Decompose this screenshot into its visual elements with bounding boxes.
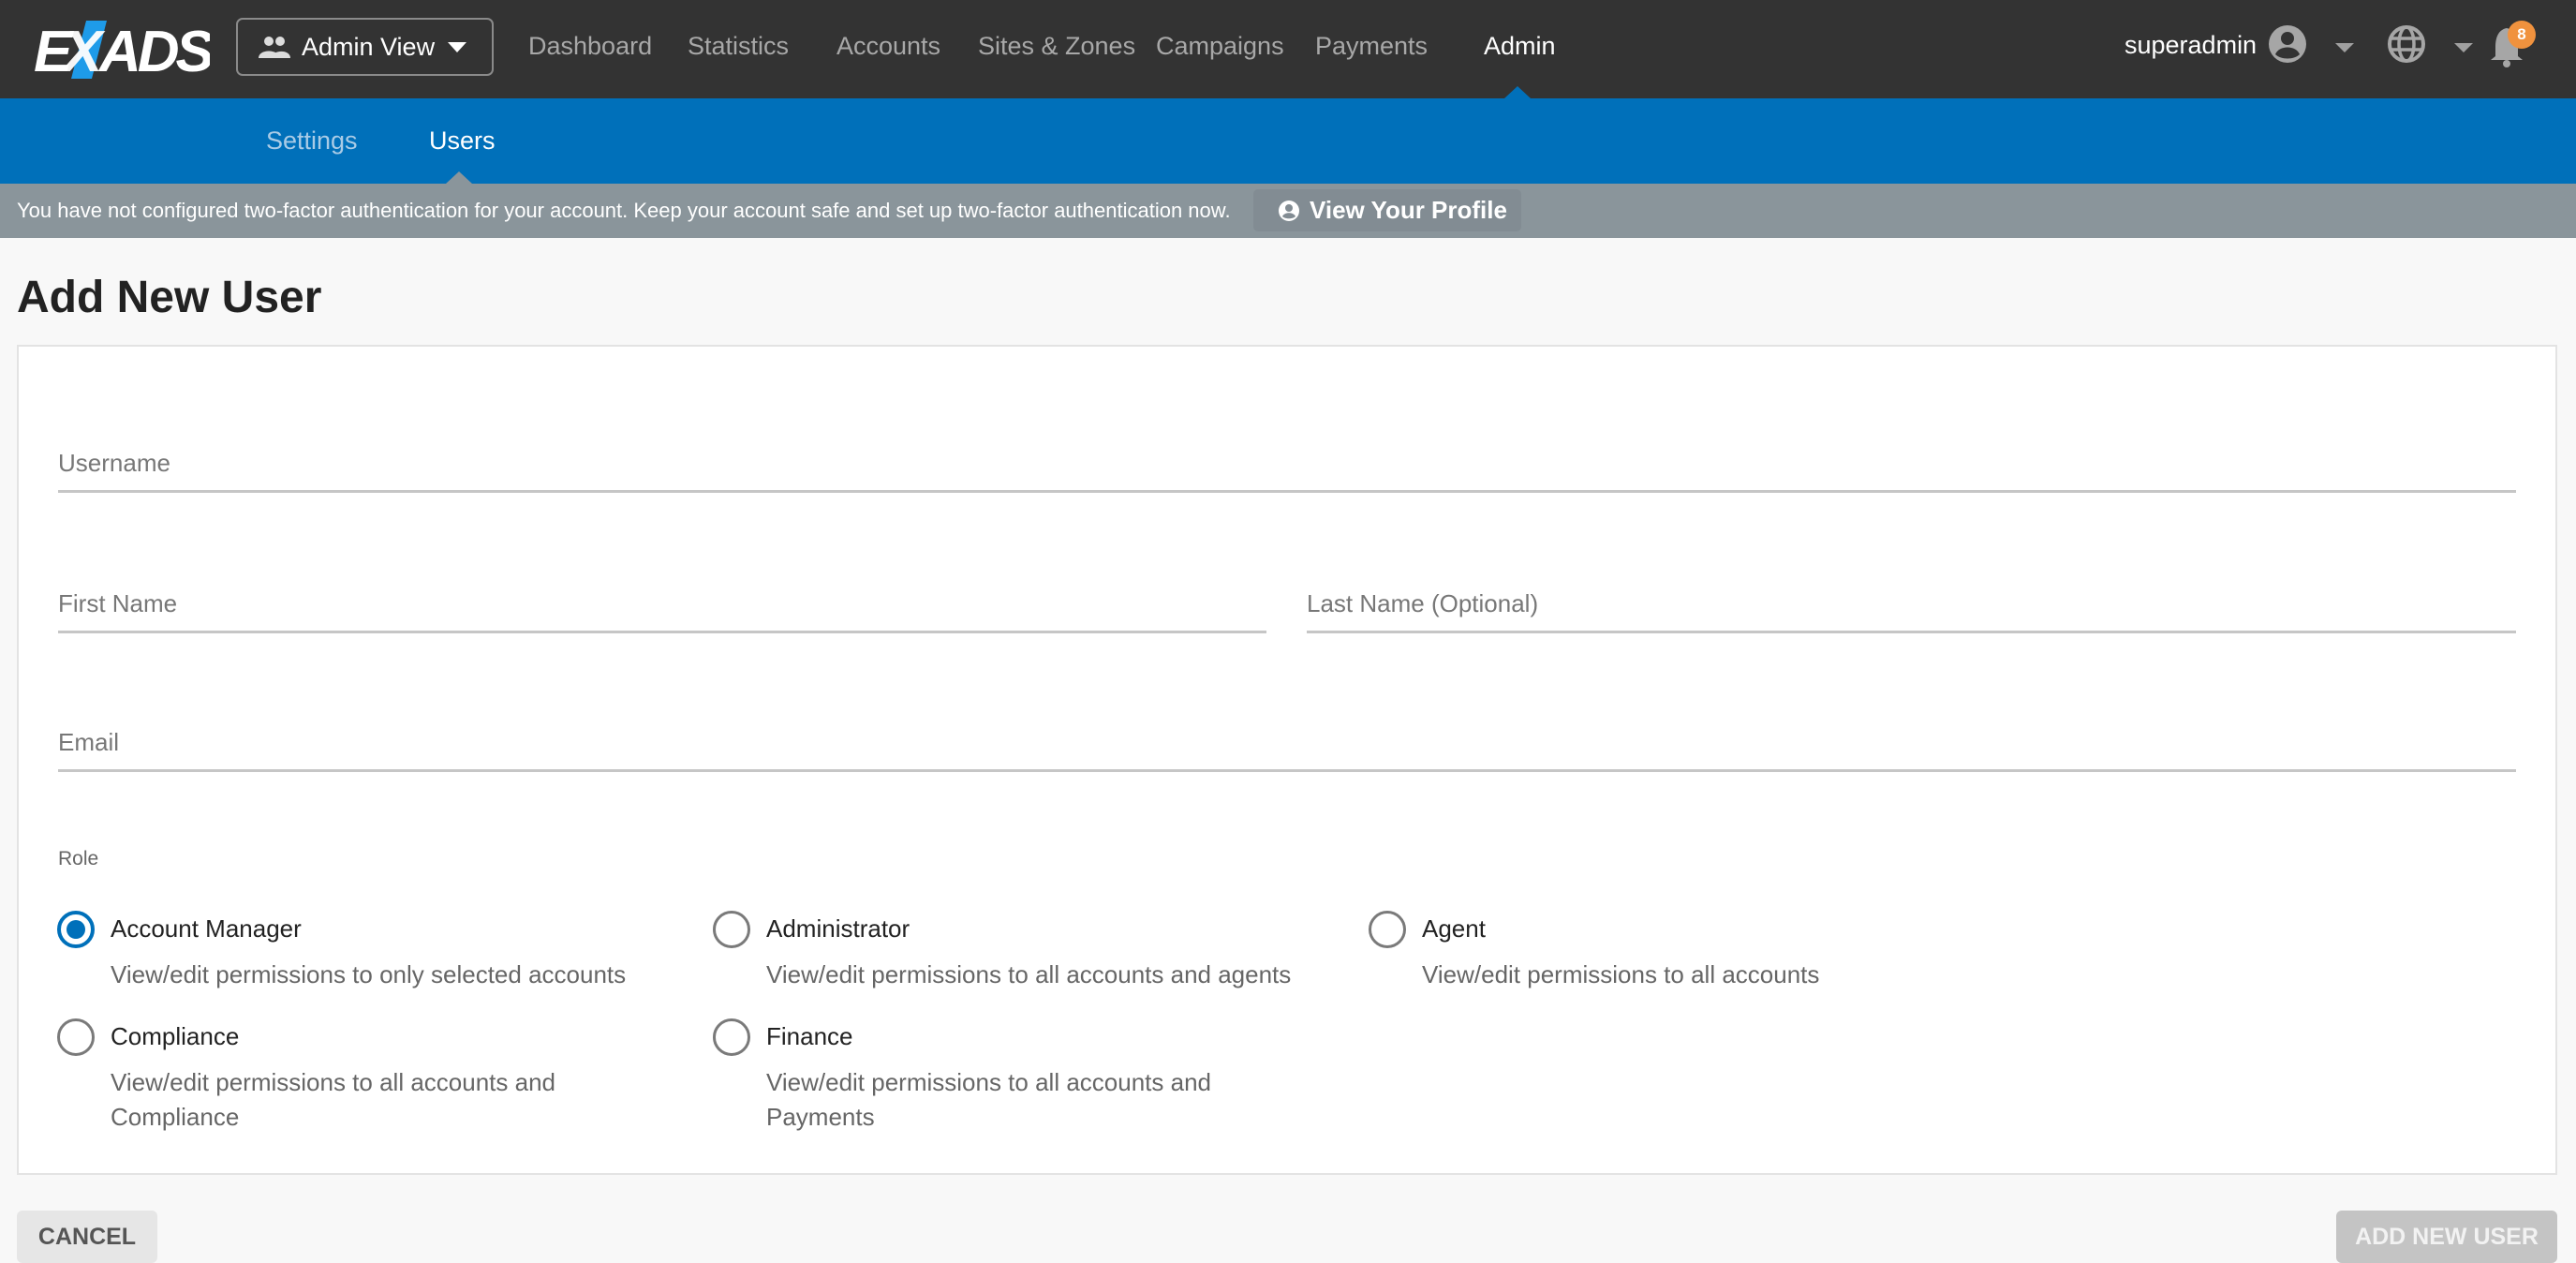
- radio-agent[interactable]: [1369, 911, 1406, 948]
- language-chevron-icon[interactable]: [2454, 43, 2473, 52]
- nav-sites-zones[interactable]: Sites & Zones: [978, 32, 1135, 61]
- people-icon: [259, 37, 290, 58]
- role-description: View/edit permissions to all accounts: [1422, 960, 1820, 988]
- last-name-input[interactable]: [1307, 577, 2516, 633]
- top-navbar: E ADS X Admin View Dashboard Statistics …: [0, 0, 2576, 98]
- alert-message: You have not configured two-factor authe…: [17, 199, 1231, 222]
- active-nav-indicator: [1504, 86, 1531, 98]
- chevron-down-icon: [448, 41, 467, 52]
- two-factor-alert: You have not configured two-factor authe…: [0, 184, 2576, 238]
- admin-subnav: Settings Users: [0, 98, 2576, 184]
- role-label: Role: [58, 848, 99, 869]
- active-tab-indicator: [446, 171, 472, 184]
- cancel-button[interactable]: CANCEL: [17, 1211, 157, 1263]
- role-description: View/edit permissions to all accounts an…: [766, 1068, 1211, 1131]
- email-input[interactable]: [58, 716, 2516, 772]
- last-name-field: [1307, 575, 2516, 633]
- radio-administrator[interactable]: [713, 911, 750, 948]
- view-profile-button[interactable]: View Your Profile: [1253, 189, 1521, 231]
- nav-payments[interactable]: Payments: [1315, 32, 1428, 61]
- account-circle-icon[interactable]: [2268, 24, 2307, 64]
- nav-campaigns[interactable]: Campaigns: [1156, 32, 1284, 61]
- nav-dashboard[interactable]: Dashboard: [528, 32, 652, 61]
- svg-text:ADS: ADS: [97, 20, 210, 81]
- role-name: Agent: [1422, 914, 1486, 943]
- nav-admin[interactable]: Admin: [1484, 32, 1556, 61]
- page-title: Add New User: [17, 273, 322, 322]
- radio-finance[interactable]: [713, 1018, 750, 1056]
- tab-users[interactable]: Users: [429, 126, 496, 156]
- username-input[interactable]: [58, 437, 2516, 493]
- view-profile-label: View Your Profile: [1310, 196, 1507, 224]
- nav-accounts[interactable]: Accounts: [836, 32, 940, 61]
- radio-account-manager[interactable]: [57, 911, 95, 948]
- notification-badge: 8: [2508, 21, 2536, 49]
- role-description: View/edit permissions to only selected a…: [111, 960, 627, 988]
- user-menu-chevron-icon[interactable]: [2335, 43, 2354, 52]
- role-description: View/edit permissions to all accounts an…: [111, 1068, 555, 1131]
- view-switcher-label: Admin View: [302, 32, 436, 61]
- tab-settings[interactable]: Settings: [266, 126, 358, 156]
- first-name-input[interactable]: [58, 577, 1266, 633]
- svg-text:X: X: [61, 20, 106, 81]
- role-description: View/edit permissions to all accounts an…: [766, 960, 1292, 988]
- first-name-field: [58, 575, 1266, 633]
- radio-compliance[interactable]: [57, 1018, 95, 1056]
- globe-icon[interactable]: [2387, 24, 2426, 64]
- view-switcher-dropdown[interactable]: Admin View: [236, 18, 494, 76]
- username-field: [58, 435, 2516, 493]
- role-name: Finance: [766, 1022, 853, 1050]
- email-field: [58, 714, 2516, 772]
- nav-statistics[interactable]: Statistics: [688, 32, 789, 61]
- role-name: Account Manager: [111, 914, 302, 943]
- user-menu-name[interactable]: superadmin: [2124, 31, 2257, 60]
- role-name: Compliance: [111, 1022, 240, 1050]
- account-circle-icon: [1279, 200, 1299, 221]
- exads-logo[interactable]: E ADS X: [32, 19, 210, 81]
- add-new-user-button[interactable]: ADD NEW USER: [2336, 1211, 2557, 1263]
- role-name: Administrator: [766, 914, 910, 943]
